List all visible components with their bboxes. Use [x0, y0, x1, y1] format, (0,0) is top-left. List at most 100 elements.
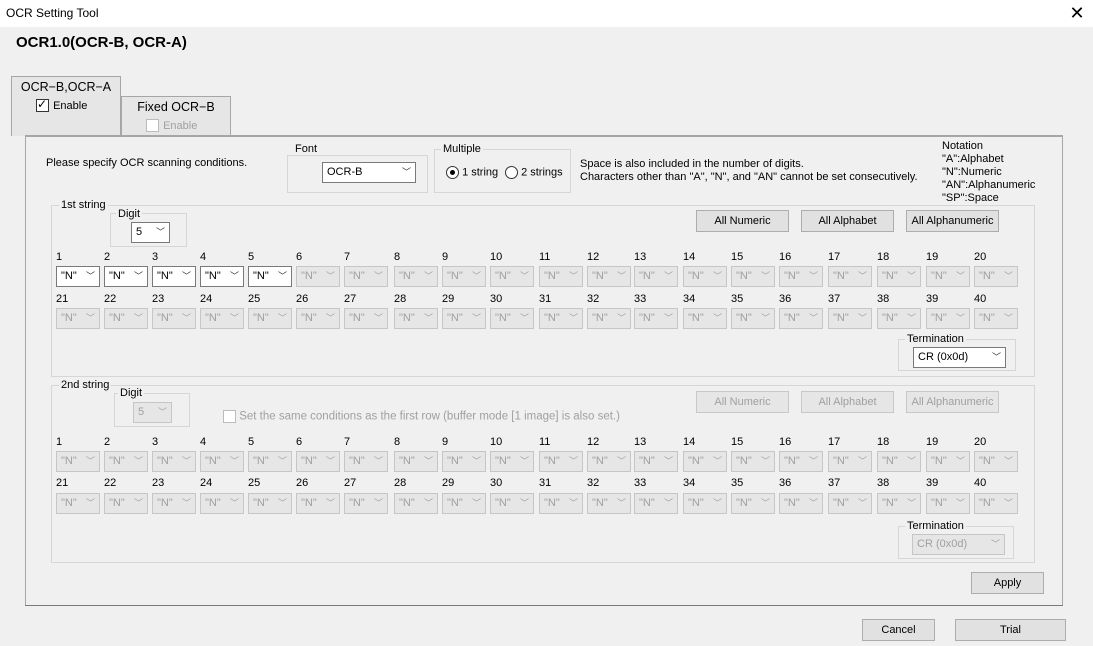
chevron-down-icon: ﹀	[133, 456, 143, 466]
position-number: 17	[828, 436, 841, 448]
second-digit-label: Digit	[118, 387, 145, 399]
tab-fixed-ocr-b[interactable]: Fixed OCR−B Enable	[121, 96, 231, 136]
radio-1-string-label: 1 string	[462, 166, 499, 179]
position-number: 21	[56, 293, 69, 305]
first-termination-select[interactable]: CR (0x0d) ﹀	[913, 347, 1006, 368]
first-all-numeric-button[interactable]: All Numeric	[696, 210, 789, 232]
char-type-value: "N"	[882, 497, 898, 509]
position-number: 8	[394, 251, 401, 263]
first-all-alphabet-button[interactable]: All Alphabet	[801, 210, 894, 232]
chevron-down-icon: ﹀	[133, 271, 143, 281]
position-number: 29	[442, 477, 455, 489]
char-type-value: "N"	[495, 270, 511, 282]
chevron-down-icon: ﹀	[423, 498, 433, 508]
char-type-value: "N"	[931, 270, 947, 282]
char-type-select-40: "N" ﹀	[974, 493, 1018, 514]
char-type-value: "N"	[447, 455, 463, 467]
char-type-value: "N"	[688, 497, 704, 509]
second-all-alphabet-button: All Alphabet	[801, 391, 894, 413]
char-type-select-7: "N" ﹀	[344, 451, 388, 472]
first-digit-select[interactable]: 5 ﹀	[131, 222, 170, 243]
position-number: 40	[974, 477, 987, 489]
char-type-select-27: "N" ﹀	[344, 308, 388, 329]
char-type-value: "N"	[349, 270, 365, 282]
enable-checkbox-row[interactable]: ✓ Enable	[36, 97, 88, 112]
char-type-select-18: "N" ﹀	[877, 266, 921, 287]
char-type-select-29: "N" ﹀	[442, 493, 486, 514]
apply-button[interactable]: Apply	[971, 572, 1044, 594]
position-number: 34	[683, 477, 696, 489]
chevron-down-icon: ﹀	[955, 271, 965, 281]
char-type-select-26: "N" ﹀	[296, 308, 340, 329]
title-bar: OCR Setting Tool ✕	[0, 0, 1093, 27]
chevron-down-icon: ﹀	[229, 313, 239, 323]
enable-checkbox[interactable]: ✓	[36, 97, 49, 112]
chevron-down-icon: ﹀	[373, 456, 383, 466]
chevron-down-icon: ﹀	[712, 271, 722, 281]
char-type-select-25: "N" ﹀	[248, 493, 292, 514]
cancel-button[interactable]: Cancel	[862, 619, 935, 641]
char-type-select-1: "N" ﹀	[56, 451, 100, 472]
char-type-select-30: "N" ﹀	[490, 308, 534, 329]
radio-2-strings-button[interactable]	[505, 166, 518, 179]
char-type-select-3[interactable]: "N" ﹀	[152, 266, 196, 287]
char-type-value: "N"	[399, 455, 415, 467]
position-number: 39	[926, 477, 939, 489]
chevron-down-icon: ﹀	[712, 456, 722, 466]
position-number: 18	[877, 251, 890, 263]
chevron-down-icon: ﹀	[373, 271, 383, 281]
tab-label: OCR−B,OCR−A	[20, 80, 112, 94]
char-type-select-30: "N" ﹀	[490, 493, 534, 514]
chevron-down-icon: ﹀	[1003, 271, 1013, 281]
close-icon[interactable]: ✕	[1066, 2, 1088, 24]
first-digit-value: 5	[136, 226, 143, 238]
char-type-value: "N"	[592, 270, 608, 282]
radio-1-string[interactable]: 1 string	[446, 166, 498, 179]
char-type-value: "N"	[979, 455, 995, 467]
position-number: 18	[877, 436, 890, 448]
char-type-select-4[interactable]: "N" ﹀	[200, 266, 244, 287]
radio-2-strings[interactable]: 2 strings	[505, 166, 563, 179]
char-type-value: "N"	[109, 270, 125, 282]
position-number: 7	[344, 436, 351, 448]
position-number: 23	[152, 293, 165, 305]
position-number: 24	[200, 477, 213, 489]
tab-ocr-b-ocr-a[interactable]: OCR−B,OCR−A ✓ Enable	[11, 76, 121, 136]
chevron-down-icon: ﹀	[857, 313, 867, 323]
char-type-value: "N"	[639, 270, 655, 282]
char-type-value: "N"	[495, 455, 511, 467]
position-number: 8	[394, 436, 401, 448]
chevron-down-icon: ﹀	[519, 498, 529, 508]
char-type-value: "N"	[688, 455, 704, 467]
char-type-select-1[interactable]: "N" ﹀	[56, 266, 100, 287]
chevron-down-icon: ﹀	[991, 352, 1001, 362]
position-number: 20	[974, 251, 987, 263]
char-type-select-18: "N" ﹀	[877, 451, 921, 472]
radio-1-string-button[interactable]	[446, 166, 459, 179]
char-type-select-14: "N" ﹀	[683, 451, 727, 472]
char-type-select-15: "N" ﹀	[731, 451, 775, 472]
chevron-down-icon: ﹀	[471, 271, 481, 281]
chevron-down-icon: ﹀	[325, 313, 335, 323]
position-number: 14	[683, 436, 696, 448]
char-type-value: "N"	[833, 497, 849, 509]
chevron-down-icon: ﹀	[277, 271, 287, 281]
space-note-1: Space is also included in the number of …	[580, 158, 804, 170]
char-type-select-6: "N" ﹀	[296, 266, 340, 287]
position-number: 1	[56, 251, 63, 263]
chevron-down-icon: ﹀	[133, 313, 143, 323]
chevron-down-icon: ﹀	[712, 498, 722, 508]
trial-button[interactable]: Trial	[955, 619, 1066, 641]
char-type-select-5[interactable]: "N" ﹀	[248, 266, 292, 287]
enable-checkbox-disabled	[146, 119, 159, 132]
position-number: 31	[539, 293, 552, 305]
second-termination-label: Termination	[905, 520, 966, 532]
chevron-down-icon: ﹀	[181, 313, 191, 323]
chevron-down-icon: ﹀	[906, 313, 916, 323]
chevron-down-icon: ﹀	[808, 313, 818, 323]
font-select[interactable]: OCR-B ﹀	[322, 162, 416, 183]
enable-label: Enable	[53, 99, 88, 112]
position-number: 5	[248, 251, 255, 263]
first-all-alphanumeric-button[interactable]: All Alphanumeric	[906, 210, 999, 232]
char-type-select-2[interactable]: "N" ﹀	[104, 266, 148, 287]
